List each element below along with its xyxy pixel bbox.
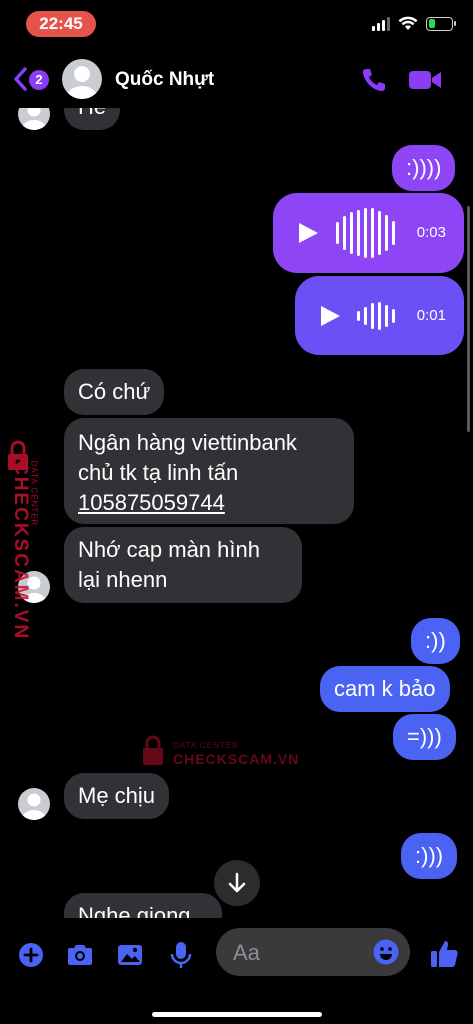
scroll-to-bottom-button[interactable]: [214, 860, 260, 906]
outgoing-message[interactable]: :)))): [392, 145, 456, 191]
voice-duration: 0:01: [416, 306, 446, 324]
watermark-brand: CHECKSCAM.VN: [173, 751, 300, 767]
microphone-icon[interactable]: [166, 940, 196, 970]
outgoing-message[interactable]: :))): [401, 833, 458, 879]
status-time: 22:45: [26, 11, 96, 37]
camera-icon[interactable]: [65, 940, 95, 970]
phone-icon[interactable]: [360, 66, 388, 94]
home-indicator[interactable]: [152, 1012, 322, 1017]
contact-name[interactable]: Quốc Nhựt: [115, 69, 214, 91]
message-input-placeholder: Aa: [233, 940, 260, 965]
thumbs-up-icon[interactable]: [428, 938, 460, 970]
lock-icon: [143, 735, 163, 765]
status-icons: [372, 16, 456, 31]
waveform-icon: [357, 301, 395, 330]
outgoing-message[interactable]: :)): [411, 618, 460, 664]
message-line: chủ tk tạ linh tấn: [78, 460, 239, 485]
status-bar: 22:45: [0, 0, 473, 48]
play-icon[interactable]: [319, 305, 341, 327]
wifi-icon: [398, 16, 418, 30]
contact-avatar[interactable]: [62, 59, 102, 99]
cellular-signal-icon: [372, 16, 390, 31]
message-input[interactable]: Aa: [216, 928, 410, 976]
composer-bar: Aa: [0, 918, 473, 1024]
outgoing-message[interactable]: =))): [393, 714, 456, 760]
conversation-header: 2 Quốc Nhựt: [0, 52, 473, 108]
watermark-brand: CHECKSCAM.VN: [10, 461, 31, 641]
message-line: Nhớ cap màn hình: [78, 537, 260, 562]
outgoing-voice-message[interactable]: 0:03: [273, 193, 464, 273]
unread-badge[interactable]: 2: [29, 70, 49, 90]
voice-duration: 0:03: [416, 224, 446, 241]
sender-avatar: [18, 788, 50, 820]
emoji-icon[interactable]: [372, 938, 400, 966]
incoming-message[interactable]: Có chứ: [64, 369, 165, 415]
incoming-message[interactable]: Mẹ chịu: [64, 773, 170, 819]
scroll-down-arrow-icon: [228, 872, 246, 893]
battery-icon: [426, 16, 456, 31]
account-number-link[interactable]: 105875059744: [78, 488, 340, 518]
outgoing-voice-message[interactable]: 0:01: [295, 276, 464, 355]
waveform-icon: [336, 208, 395, 258]
back-icon[interactable]: [12, 66, 28, 92]
checkscam-watermark: CHECKSCAM.VN DATA CENTER: [4, 438, 44, 640]
play-icon[interactable]: [297, 222, 319, 244]
incoming-message[interactable]: Nhớ cap màn hình lại nhenn: [64, 527, 302, 603]
scrollbar[interactable]: [467, 206, 470, 432]
add-icon[interactable]: [16, 940, 46, 970]
gallery-icon[interactable]: [115, 940, 145, 970]
message-line: Ngân hàng viettinbank: [78, 430, 297, 455]
checkscam-watermark: DATA CENTER CHECKSCAM.VN: [141, 735, 301, 775]
watermark-tag: DATA CENTER: [173, 741, 239, 750]
video-camera-icon[interactable]: [408, 68, 442, 92]
message-line: lại nhenn: [78, 567, 168, 592]
incoming-message-bank-details[interactable]: Ngân hàng viettinbank chủ tk tạ linh tấn…: [64, 418, 354, 524]
watermark-tag: DATA CENTER: [29, 460, 39, 527]
outgoing-message[interactable]: cam k bảo: [320, 666, 450, 712]
